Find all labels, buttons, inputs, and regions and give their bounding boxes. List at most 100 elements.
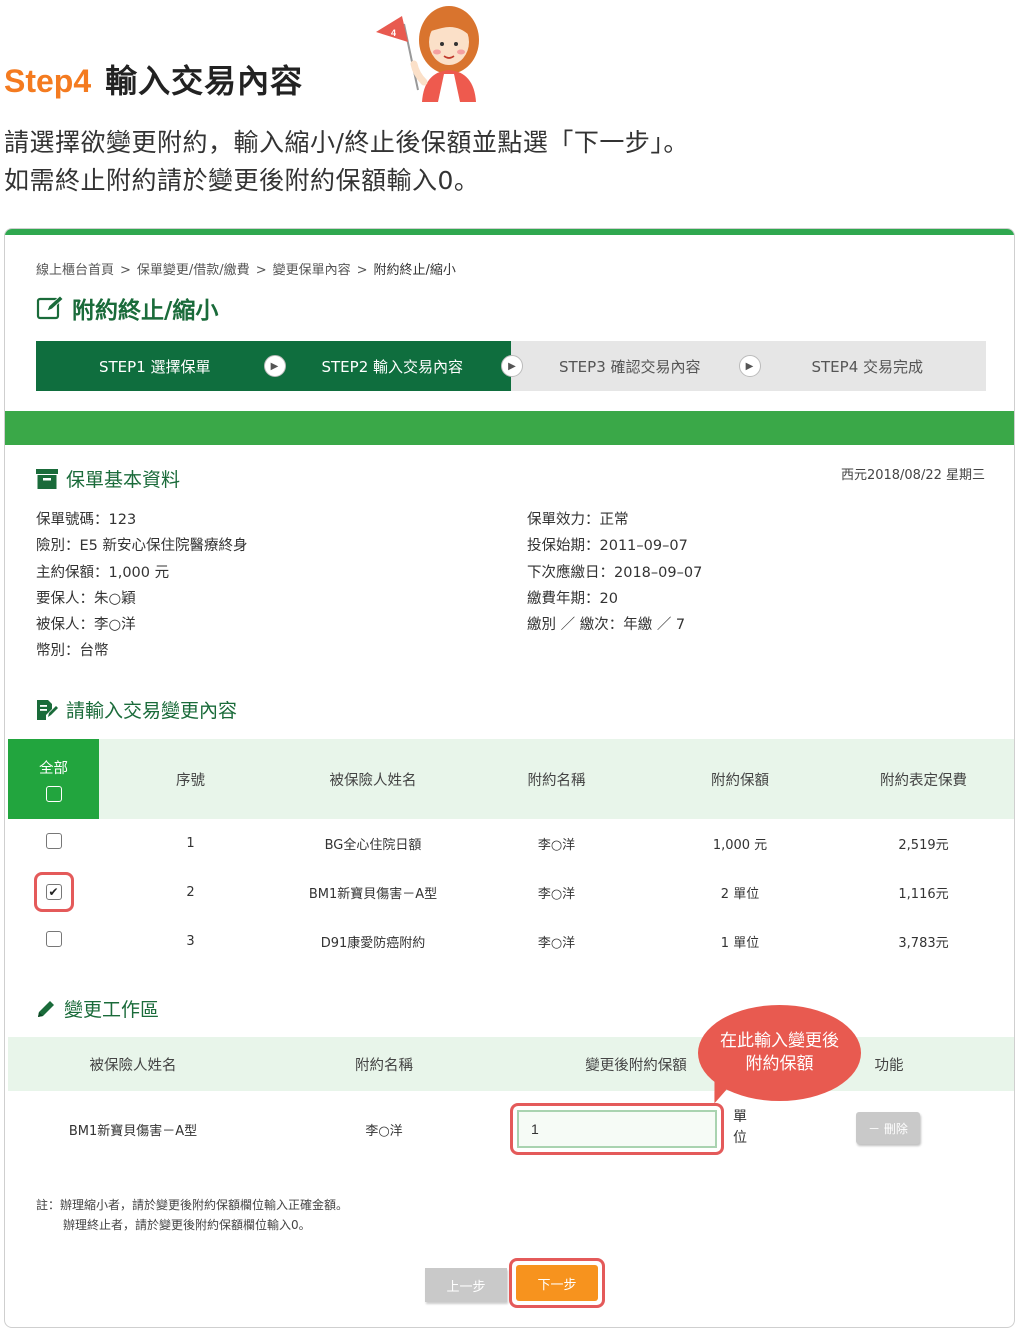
row-insured-name: BG全心住院日額 bbox=[324, 837, 422, 853]
amount-unit: 單位 bbox=[733, 1109, 747, 1146]
currency: 幣別：台幣 bbox=[36, 643, 109, 660]
instruction-text: 請選擇欲變更附約，輸入縮小/終止後保額並點選「下一步」。 如需終止附約請於變更後… bbox=[4, 124, 689, 200]
payment-years: 繳費年期：20 bbox=[527, 590, 618, 607]
select-all-cell[interactable]: 全部 bbox=[8, 739, 99, 819]
row-rider-premium: 2,519元 bbox=[898, 837, 949, 853]
row-rider-premium: 1,116元 bbox=[898, 886, 949, 902]
next-button-highlight: 下一步 bbox=[509, 1258, 605, 1308]
page-title-text: 附約終止/縮小 bbox=[72, 298, 219, 324]
checkbox-highlight: ✔ bbox=[33, 872, 74, 912]
step-1-label: STEP1 選擇保單 bbox=[98, 357, 211, 376]
row-seq: 2 bbox=[186, 884, 195, 900]
applicant: 要保人：朱○穎 bbox=[36, 590, 136, 607]
amount-input-highlight bbox=[510, 1103, 724, 1155]
header-insured-name: 被保險人姓名 bbox=[329, 772, 417, 789]
row-seq: 1 bbox=[186, 835, 195, 851]
row-checkbox-checked[interactable]: ✔ bbox=[45, 884, 62, 900]
row-rider-name: 李○洋 bbox=[537, 886, 576, 902]
policy-start-date: 投保始期：2011–09–07 bbox=[527, 538, 688, 555]
row-rider-name: 李○洋 bbox=[537, 837, 576, 853]
policy-type: 險別：E5 新安心保住院醫療終身 bbox=[36, 538, 248, 555]
page-title: 附約終止/縮小 bbox=[36, 291, 218, 325]
frame-top-bar bbox=[5, 229, 1014, 235]
policy-info-heading: 保單基本資料 bbox=[36, 465, 180, 492]
header-rider-premium: 附約表定保費 bbox=[880, 772, 967, 789]
step-number: Step4 bbox=[4, 63, 92, 99]
step-4: STEP4 交易完成 bbox=[748, 341, 986, 391]
breadcrumb-separator: > bbox=[255, 263, 267, 278]
current-date: 西元2018/08/22 星期三 bbox=[840, 468, 985, 483]
ws-header-insured-name: 被保險人姓名 bbox=[89, 1057, 177, 1074]
breadcrumb: 線上櫃台首頁 > 保單變更/借款/繳費 > 變更保單內容 > 附約終止/縮小 bbox=[36, 259, 456, 278]
instruction-line-2: 如需終止附約請於變更後附約保額輸入0。 bbox=[4, 166, 480, 195]
row-rider-amount: 1 單位 bbox=[720, 935, 760, 951]
callout-line-1: 在此輸入變更後 bbox=[720, 1031, 839, 1051]
step-3: STEP3 確認交易內容 ▶ bbox=[511, 341, 761, 391]
step-3-label: STEP3 確認交易內容 bbox=[558, 357, 701, 376]
insured: 被保人：李○洋 bbox=[36, 617, 136, 634]
step-4-label: STEP4 交易完成 bbox=[811, 357, 924, 376]
rider-table-header: 全部 序號 被保險人姓名 附約名稱 附約保額 附約表定保費 bbox=[8, 739, 1014, 819]
note-text: 註：辦理縮小者，請於變更後附約保額欄位輸入正確金額。 辦理終止者，請於變更後附約… bbox=[36, 1195, 348, 1235]
step-name: 輸入交易內容 bbox=[105, 62, 304, 100]
previous-step-button[interactable]: 上一步 bbox=[425, 1268, 507, 1302]
new-amount-input[interactable] bbox=[517, 1110, 717, 1148]
select-all-checkbox[interactable] bbox=[45, 785, 62, 802]
mascot-illustration: 4 bbox=[376, 6, 479, 102]
callout-line-2: 附約保額 bbox=[745, 1054, 814, 1074]
step-arrow-icon: ▶ bbox=[501, 355, 523, 377]
step-arrow-icon: ▶ bbox=[738, 355, 761, 377]
header-rider-amount: 附約保額 bbox=[711, 772, 769, 789]
policy-info-right: 保單效力：正常 投保始期：2011–09–07 下次應繳日：2018–09–07… bbox=[527, 507, 702, 638]
row-rider-amount: 1,000 元 bbox=[712, 837, 768, 853]
step-1: STEP1 選擇保單 ▶ bbox=[36, 341, 286, 391]
row-rider-name: 李○洋 bbox=[537, 935, 576, 951]
document-edit-icon bbox=[37, 699, 58, 720]
main-coverage: 主約保額：1,000 元 bbox=[36, 564, 170, 581]
green-divider-band bbox=[5, 411, 1014, 445]
step-2-label: STEP2 輸入交易內容 bbox=[321, 357, 464, 376]
workspace-table-header: 被保險人姓名 附約名稱 變更後附約保額 功能 bbox=[8, 1037, 1014, 1091]
ws-header-rider-name: 附約名稱 bbox=[355, 1057, 413, 1074]
header-rider-name: 附約名稱 bbox=[527, 772, 586, 789]
breadcrumb-policy-change[interactable]: 保單變更/借款/繳費 bbox=[137, 263, 250, 278]
select-all-label: 全部 bbox=[39, 760, 68, 777]
edit-icon bbox=[36, 295, 64, 320]
change-input-heading-text: 請輸入交易變更內容 bbox=[66, 700, 238, 722]
row-checkbox[interactable] bbox=[45, 833, 62, 849]
header-seq: 序號 bbox=[176, 772, 205, 789]
breadcrumb-home[interactable]: 線上櫃台首頁 bbox=[36, 263, 114, 278]
change-input-heading: 請輸入交易變更內容 bbox=[36, 696, 237, 723]
row-checkbox[interactable] bbox=[45, 931, 62, 947]
step-heading: Step4 輸入交易內容 bbox=[4, 56, 303, 102]
screenshot-frame: 線上櫃台首頁 > 保單變更/借款/繳費 > 變更保單內容 > 附約終止/縮小 附約終止/縮小… bbox=[4, 228, 1015, 1328]
breadcrumb-current: 附約終止/縮小 bbox=[373, 263, 456, 278]
mascot-flag-number: 4 bbox=[391, 28, 396, 38]
table-row: 1 BG全心住院日額 李○洋 1,000 元 2,519元 bbox=[8, 823, 1014, 863]
note-line-2: 辦理終止者，請於變更後附約保額欄位輸入0。 bbox=[63, 1218, 311, 1232]
table-row: ✔ 2 BM1新寶貝傷害－A型 李○洋 2 單位 1,116元 bbox=[8, 870, 1014, 914]
row-seq: 3 bbox=[186, 933, 195, 949]
breadcrumb-change-content[interactable]: 變更保單內容 bbox=[273, 263, 351, 278]
policy-info-left: 保單號碼：123 險別：E5 新安心保住院醫療終身 主約保額：1,000 元 要… bbox=[36, 507, 248, 665]
table-row: 3 D91康愛防癌附約 李○洋 1 單位 3,783元 bbox=[8, 921, 1014, 961]
ws-row-insured-name: BM1新寶貝傷害－A型 bbox=[68, 1123, 198, 1139]
row-insured-name: BM1新寶貝傷害－A型 bbox=[308, 886, 438, 902]
step-2: STEP2 輸入交易內容 ▶ bbox=[273, 341, 523, 391]
breadcrumb-separator: > bbox=[120, 263, 131, 278]
note-line-1: 註：辦理縮小者，請於變更後附約保額欄位輸入正確金額。 bbox=[36, 1198, 349, 1212]
row-rider-amount: 2 單位 bbox=[720, 886, 760, 902]
next-step-button[interactable]: 下一步 bbox=[516, 1265, 598, 1301]
policy-info-heading-text: 保單基本資料 bbox=[66, 469, 181, 491]
step-arrow-icon: ▶ bbox=[263, 355, 286, 377]
instruction-line-1: 請選擇欲變更附約，輸入縮小/終止後保額並點選「下一步」。 bbox=[4, 128, 689, 157]
progress-steps: STEP1 選擇保單 ▶ STEP2 輸入交易內容 ▶ STEP3 確認交易內容… bbox=[36, 341, 986, 391]
row-insured-name: D91康愛防癌附約 bbox=[320, 935, 426, 951]
archive-box-icon bbox=[36, 468, 58, 489]
policy-status: 保單效力：正常 bbox=[527, 512, 629, 528]
workspace-heading-text: 變更工作區 bbox=[64, 999, 160, 1021]
ws-row-rider-name: 李○洋 bbox=[365, 1123, 403, 1139]
delete-button[interactable]: － 刪除 bbox=[856, 1112, 920, 1144]
row-rider-premium: 3,783元 bbox=[898, 935, 949, 951]
callout-bubble: 在此輸入變更後 附約保額 bbox=[698, 1005, 861, 1101]
